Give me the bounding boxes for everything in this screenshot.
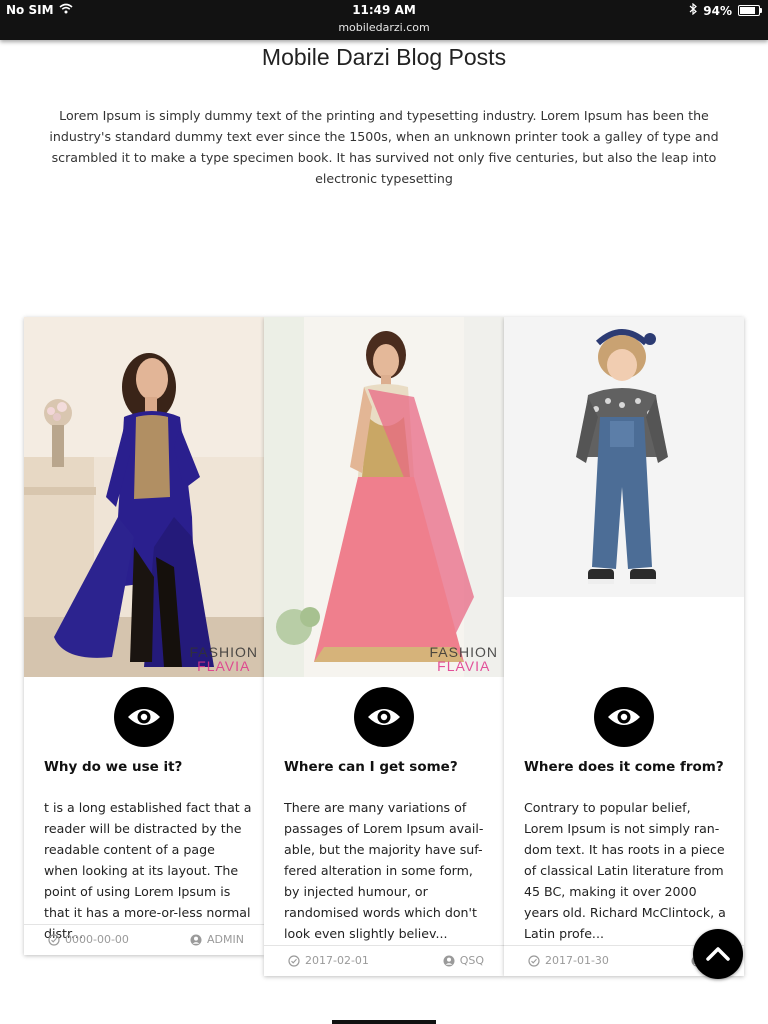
post-author: ADMIN — [190, 933, 244, 946]
page-title: Mobile Darzi Blog Posts — [261, 44, 507, 70]
url-label[interactable]: mobiledarzi.com — [0, 21, 768, 34]
post-card[interactable]: FASHION FLAVIA Why do we use it? t is a … — [24, 317, 264, 955]
post-excerpt: Contrary to popular belief, Lorem Ipsum … — [524, 800, 726, 941]
eye-icon — [128, 709, 160, 725]
post-meta: 2017-02-01 QSQ — [264, 945, 504, 976]
user-icon — [443, 955, 455, 966]
post-card[interactable]: FASHION FLAVIA Where can I get some? The… — [264, 317, 504, 976]
post-date: 0000-00-00 — [48, 933, 129, 946]
post-excerpt: There are many variations of passages of… — [284, 800, 484, 941]
post-image[interactable]: FASHION FLAVIA — [24, 317, 264, 677]
status-right: 94% — [689, 2, 762, 18]
post-card[interactable]: Where does it come from? Contrary to pop… — [504, 317, 744, 976]
brand-watermark: FASHION FLAVIA — [189, 644, 258, 674]
status-bar: No SIM 11:49 AM mobiledarzi.com 94% — [0, 0, 768, 40]
scroll-to-top-button[interactable] — [693, 929, 743, 979]
post-excerpt: t is a long established fact that a read… — [44, 800, 252, 941]
page-intro: Lorem Ipsum is simply dummy text of the … — [49, 108, 719, 186]
battery-percent: 94% — [703, 3, 732, 18]
post-date: 2017-02-01 — [288, 954, 369, 967]
post-title[interactable]: Where does it come from? — [524, 759, 728, 775]
clock-icon — [48, 933, 60, 946]
chevron-up-icon — [706, 947, 730, 961]
post-title[interactable]: Why do we use it? — [44, 759, 248, 775]
brand-watermark: FASHION FLAVIA — [429, 644, 498, 674]
post-date: 2017-01-30 — [528, 954, 609, 967]
clock-icon — [528, 954, 540, 967]
post-author-text: ADMIN — [207, 933, 244, 946]
clock: 11:49 AM — [352, 3, 416, 17]
eye-icon — [368, 709, 400, 725]
view-post-button[interactable] — [354, 687, 414, 747]
post-meta: 0000-00-00 ADMIN — [24, 924, 264, 955]
post-author: QSQ — [443, 954, 484, 967]
post-date-text: 0000-00-00 — [65, 933, 129, 946]
home-indicator — [332, 1020, 436, 1024]
battery-level — [740, 7, 755, 14]
bluetooth-icon — [689, 2, 698, 18]
user-icon — [190, 934, 202, 945]
post-image[interactable] — [504, 317, 744, 597]
eye-icon — [608, 709, 640, 725]
battery-icon — [738, 5, 762, 16]
post-author-text: QSQ — [459, 954, 484, 967]
post-image[interactable]: FASHION FLAVIA — [264, 317, 504, 677]
view-post-button[interactable] — [114, 687, 174, 747]
post-title[interactable]: Where can I get some? — [284, 759, 488, 775]
view-post-button[interactable] — [594, 687, 654, 747]
clock-icon — [288, 954, 300, 967]
post-date-text: 2017-01-30 — [545, 954, 609, 967]
post-date-text: 2017-02-01 — [305, 954, 369, 967]
